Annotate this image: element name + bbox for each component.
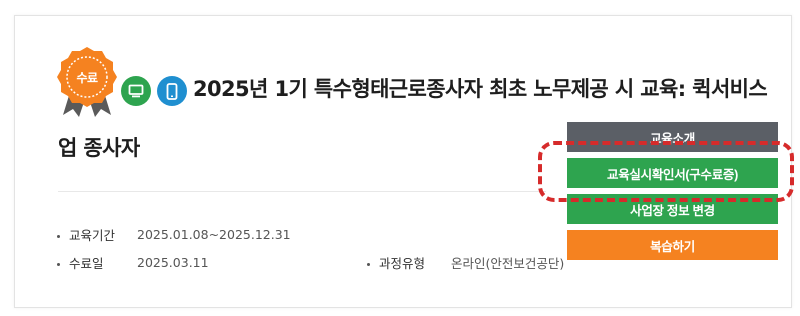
course-title-continued: 업 종사자	[58, 136, 140, 160]
bullet	[367, 263, 370, 266]
period-value: 2025.01.08~2025.12.31	[137, 227, 291, 242]
period-label: 교육기간	[69, 228, 116, 243]
info-completion-date: 수료일 2025.03.11	[57, 253, 209, 272]
type-value: 온라인(안전보건공단)	[451, 256, 565, 271]
change-workplace-button[interactable]: 사업장 정보 변경	[567, 194, 778, 224]
course-intro-button[interactable]: 교육소개	[567, 122, 778, 152]
type-label: 과정유형	[379, 256, 426, 271]
completion-badge: 수료	[57, 45, 121, 117]
pc-icon	[121, 76, 151, 106]
info-period: 교육기간 2025.01.08~2025.12.31	[57, 225, 291, 244]
info-course-type: 과정유형 온라인(안전보건공단)	[367, 253, 564, 272]
bullet	[57, 235, 60, 238]
course-title: 2025년 1기 특수형태근로종사자 최초 노무제공 시 교육: 퀵서비스	[193, 77, 768, 101]
completion-label: 수료일	[69, 256, 104, 271]
completion-value: 2025.03.11	[137, 255, 209, 270]
divider	[58, 191, 546, 192]
mobile-icon	[157, 76, 187, 106]
badge-label: 수료	[76, 70, 98, 85]
bullet	[57, 263, 60, 266]
certificate-button[interactable]: 교육실시확인서(구수료증)	[567, 158, 778, 188]
review-button[interactable]: 복습하기	[567, 230, 778, 260]
